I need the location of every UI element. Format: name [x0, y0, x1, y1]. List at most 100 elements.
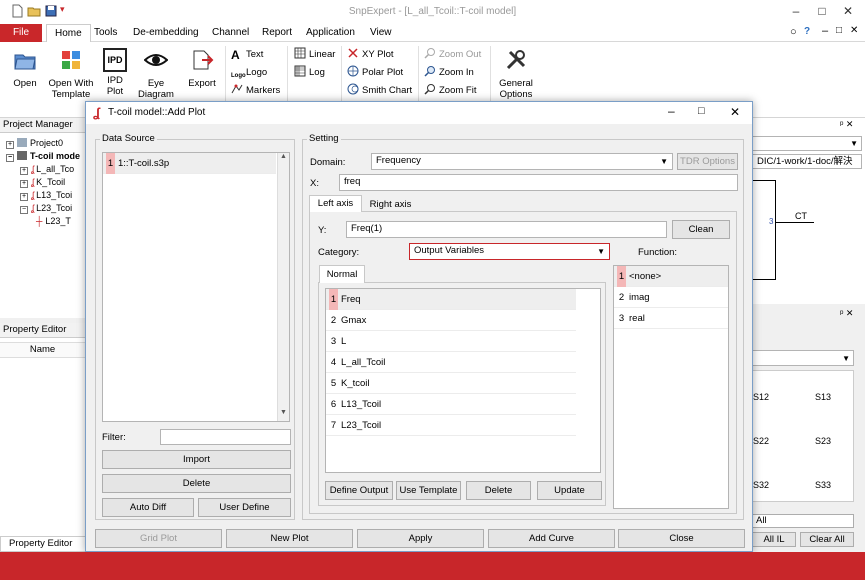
- tab-left-axis[interactable]: Left axis: [309, 195, 362, 212]
- expand-icon[interactable]: +: [6, 141, 14, 149]
- dialog-maximize-button[interactable]: □: [698, 105, 705, 117]
- variable-row[interactable]: 4 L_all_Tcoil: [326, 352, 576, 373]
- filter-input[interactable]: [160, 429, 291, 445]
- sparam-cell[interactable]: S23: [815, 436, 831, 446]
- tree-item[interactable]: ┼ L23_T: [6, 215, 85, 228]
- user-define-button[interactable]: User Define: [198, 498, 291, 517]
- all-il-button[interactable]: All IL: [752, 532, 796, 547]
- menu-report[interactable]: Report: [254, 24, 300, 42]
- category-select[interactable]: Output Variables ▼: [409, 243, 610, 260]
- close-button[interactable]: Close: [618, 529, 745, 548]
- apply-button[interactable]: Apply: [357, 529, 484, 548]
- mdi-minimize-icon[interactable]: –: [822, 25, 828, 37]
- tab-normal[interactable]: Normal: [319, 265, 365, 283]
- mdi-restore-icon[interactable]: □: [836, 25, 842, 36]
- scroll-down-icon[interactable]: ▼: [278, 409, 289, 416]
- open-with-template-button[interactable]: Open With Template: [45, 48, 97, 100]
- style-icon[interactable]: ○: [790, 26, 797, 38]
- select-all-button[interactable]: All: [752, 514, 854, 528]
- function-row[interactable]: 3 real: [614, 308, 728, 329]
- menu-tools[interactable]: Tools: [86, 24, 125, 42]
- mdi-close-icon[interactable]: ✕: [850, 25, 858, 36]
- close-window-button[interactable]: ✕: [836, 2, 860, 20]
- function-row[interactable]: 1 <none>: [614, 266, 728, 287]
- open-button[interactable]: Open: [8, 48, 42, 89]
- collapse-icon[interactable]: −: [6, 154, 14, 162]
- sparam-combo[interactable]: ▼: [752, 350, 854, 366]
- sparam-cell[interactable]: S33: [815, 480, 831, 490]
- tree-item[interactable]: − T-coil mode: [6, 150, 85, 163]
- sparam-cell[interactable]: S13: [815, 392, 831, 402]
- collapse-icon[interactable]: −: [20, 206, 28, 214]
- dialog-minimize-button[interactable]: –: [668, 104, 675, 118]
- tree-item[interactable]: + ʆ L_all_Tco: [6, 163, 85, 176]
- tree-item[interactable]: + Project0: [6, 137, 85, 150]
- variable-row[interactable]: 2 Gmax: [326, 310, 576, 331]
- grid-plot-button[interactable]: Grid Plot: [95, 529, 222, 548]
- log-button[interactable]: Log: [294, 65, 325, 81]
- tree-item[interactable]: − ʆ L23_Tcoi: [6, 202, 85, 215]
- menu-home[interactable]: Home: [46, 24, 91, 42]
- variable-row[interactable]: 5 K_tcoil: [326, 373, 576, 394]
- export-button[interactable]: Export: [184, 48, 220, 89]
- sparam-cell[interactable]: S32: [753, 480, 769, 490]
- domain-select[interactable]: Frequency ▼: [371, 153, 673, 170]
- data-file-row[interactable]: 1 1::T-coil.s3p: [103, 153, 276, 174]
- menu-file[interactable]: File: [0, 24, 42, 42]
- menu-de-embedding[interactable]: De-embedding: [125, 24, 207, 42]
- add-curve-button[interactable]: Add Curve: [488, 529, 615, 548]
- markers-button[interactable]: Markers: [231, 83, 280, 99]
- tree-item[interactable]: + ʆ K_Tcoil: [6, 176, 85, 189]
- ipd-plot-button[interactable]: IPD IPD Plot: [100, 48, 130, 97]
- polar-plot-button[interactable]: Polar Plot: [347, 65, 403, 81]
- smith-chart-button[interactable]: Smith Chart: [347, 83, 412, 99]
- expand-icon[interactable]: +: [20, 167, 28, 175]
- sparam-cell[interactable]: S22: [753, 436, 769, 446]
- tab-right-axis[interactable]: Right axis: [364, 198, 417, 212]
- delete-source-button[interactable]: Delete: [102, 474, 291, 493]
- function-row[interactable]: 2 imag: [614, 287, 728, 308]
- text-button[interactable]: A Text: [231, 47, 263, 63]
- scrollbar[interactable]: ▲ ▼: [277, 153, 289, 421]
- minimize-window-button[interactable]: –: [784, 2, 808, 20]
- path-field[interactable]: DIC/1-work/1-doc/解決: [752, 154, 862, 169]
- zoom-in-button[interactable]: Zoom In: [424, 65, 474, 81]
- panel-pin-close-icon[interactable]: ᵖ ✕: [840, 119, 853, 130]
- update-button[interactable]: Update: [537, 481, 602, 500]
- tree-item[interactable]: + ʆ L13_Tcoi: [6, 189, 85, 202]
- x-expression-input[interactable]: freq: [339, 174, 738, 191]
- tdr-options-button[interactable]: TDR Options: [677, 153, 738, 170]
- y-expression-input[interactable]: Freq(1): [346, 221, 667, 238]
- variable-row[interactable]: 1 Freq: [326, 289, 576, 310]
- linear-button[interactable]: Linear: [294, 47, 335, 63]
- variable-row[interactable]: 6 L13_Tcoil: [326, 394, 576, 415]
- clear-all-button[interactable]: Clear All: [800, 532, 854, 547]
- define-output-button[interactable]: Define Output: [325, 481, 393, 500]
- panel-pin-close-icon[interactable]: ᵖ ✕: [840, 308, 853, 319]
- xy-plot-button[interactable]: XY Plot: [347, 47, 394, 63]
- variable-row[interactable]: 3L: [326, 331, 576, 352]
- eye-diagram-button[interactable]: Eye Diagram: [134, 48, 178, 100]
- new-plot-button[interactable]: New Plot: [226, 529, 353, 548]
- dialog-close-button[interactable]: ✕: [730, 105, 740, 119]
- use-template-button[interactable]: Use Template: [396, 481, 461, 500]
- property-editor-tab[interactable]: Property Editor: [0, 536, 86, 552]
- auto-diff-button[interactable]: Auto Diff: [102, 498, 194, 517]
- variable-row[interactable]: 7 L23_Tcoil: [326, 415, 576, 436]
- logo-button[interactable]: LogoLogo: [231, 65, 267, 81]
- path-combo[interactable]: ▼: [752, 136, 862, 151]
- scroll-up-icon[interactable]: ▲: [278, 153, 289, 160]
- sparam-cell[interactable]: S12: [753, 392, 769, 402]
- menu-channel[interactable]: Channel: [204, 24, 257, 42]
- menu-application[interactable]: Application: [298, 24, 363, 42]
- zoom-out-button[interactable]: Zoom Out: [424, 47, 481, 63]
- expand-icon[interactable]: +: [20, 180, 28, 188]
- help-icon[interactable]: ?: [804, 26, 810, 37]
- expand-icon[interactable]: +: [20, 193, 28, 201]
- zoom-fit-button[interactable]: Zoom Fit: [424, 83, 476, 99]
- general-options-button[interactable]: General Options: [496, 48, 536, 100]
- delete-variable-button[interactable]: Delete: [466, 481, 531, 500]
- import-button[interactable]: Import: [102, 450, 291, 469]
- maximize-window-button[interactable]: □: [810, 2, 834, 20]
- clean-button[interactable]: Clean: [672, 220, 730, 239]
